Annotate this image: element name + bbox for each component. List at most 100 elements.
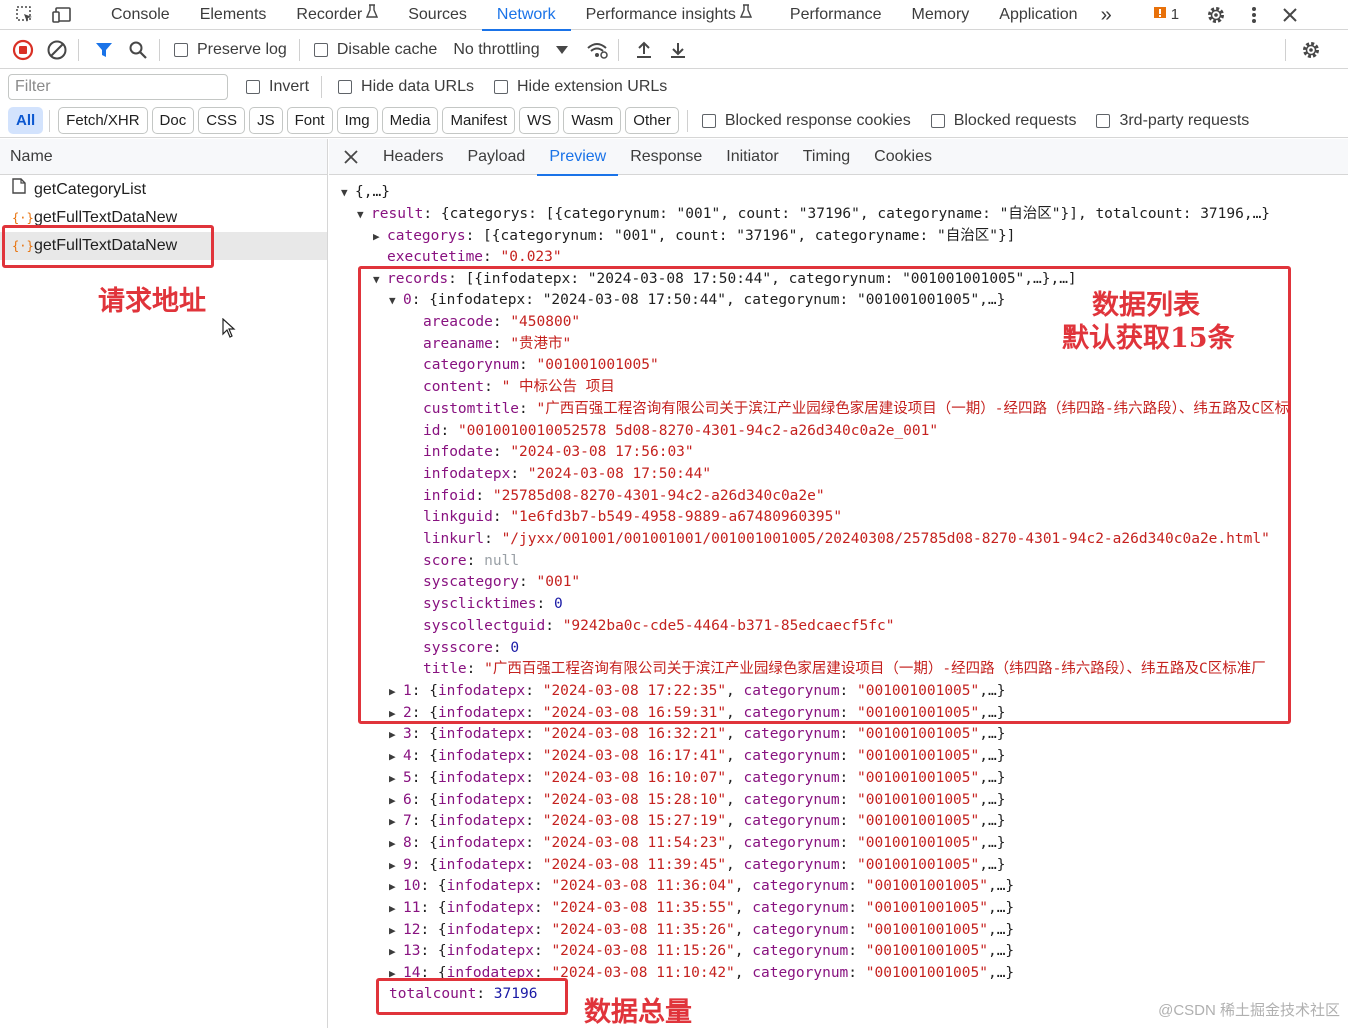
tree-node-record[interactable]: ▶ 9: {infodatepx: "2024-03-08 11:39:45", … (389, 855, 1005, 876)
invert-checkbox[interactable]: Invert (246, 78, 309, 96)
third-party-requests-checkbox[interactable]: 3rd-party requests (1096, 112, 1249, 130)
record-date: "2024-03-08 11:54:23" (542, 834, 727, 851)
tab-response[interactable]: Response (618, 139, 714, 175)
hide-data-urls-checkbox[interactable]: Hide data URLs (338, 78, 474, 96)
record-date: "2024-03-08 11:10:42" (551, 965, 735, 982)
request-row[interactable]: getCategoryList (0, 176, 327, 204)
tree-node-record[interactable]: ▶ 5: {infodatepx: "2024-03-08 16:10:07", … (389, 768, 1005, 789)
type-ws-button[interactable]: WS (519, 107, 560, 134)
type-wasm-button[interactable]: Wasm (563, 107, 622, 134)
tab-cookies[interactable]: Cookies (862, 139, 944, 175)
type-manifest-button[interactable]: Manifest (442, 107, 516, 134)
tree-root[interactable]: ▼ {,…} (341, 182, 390, 203)
checkbox-box (701, 113, 716, 128)
type-all-button[interactable]: All (8, 107, 44, 134)
filter-funnel-icon[interactable] (89, 35, 119, 65)
tab-headers[interactable]: Headers (371, 139, 455, 175)
hide-extension-urls-checkbox[interactable]: Hide extension URLs (493, 78, 667, 96)
type-css-button[interactable]: CSS (198, 107, 246, 134)
invert-label: Invert (269, 78, 310, 95)
tree-node-record[interactable]: ▶ 4: {infodatepx: "2024-03-08 16:17:41", … (389, 746, 1005, 767)
index-label: 4 (403, 748, 412, 765)
tab-application[interactable]: Application (984, 0, 1092, 30)
settings-gear-icon[interactable] (1203, 2, 1229, 28)
export-har-download-icon[interactable] (663, 35, 693, 65)
categorys-summary: [{categorynum: "001", count: "37196", ca… (483, 228, 1016, 244)
expand-triangle-icon: ▶ (389, 858, 396, 872)
network-toolbar: Preserve log Disable cache No throttling (0, 31, 1348, 69)
filter-row: Filter Invert Hide data URLs Hide extens… (0, 70, 1348, 104)
type-img-button[interactable]: Img (336, 107, 378, 134)
tree-node-categorys[interactable]: ▶ categorys: [{categorynum: "001", count:… (373, 226, 1015, 247)
index-label: 3 (403, 726, 412, 743)
annotation-request-url: 请求地址 (98, 286, 206, 317)
blocked-requests-label: Blocked requests (953, 111, 1077, 129)
type-media-button[interactable]: Media (381, 107, 439, 134)
tab-sources[interactable]: Sources (393, 0, 482, 30)
type-fetch-xhr-button[interactable]: Fetch/XHR (58, 107, 148, 134)
network-conditions-wifi-icon[interactable] (582, 35, 612, 65)
tree-node-record[interactable]: ▶ 8: {infodatepx: "2024-03-08 11:54:23", … (389, 833, 1005, 854)
search-icon[interactable] (123, 35, 153, 65)
close-devtools-icon[interactable] (1277, 2, 1303, 28)
record-date: "2024-03-08 11:35:55" (551, 900, 735, 916)
disable-cache-checkbox[interactable]: Disable cache (313, 41, 437, 59)
filter-input[interactable]: Filter (8, 74, 228, 100)
key-label: categorys (387, 228, 466, 244)
type-doc-button[interactable]: Doc (151, 107, 195, 134)
tab-timing[interactable]: Timing (791, 139, 862, 175)
record-categorynum: "001001001005" (857, 726, 980, 743)
tree-node-record[interactable]: ▶ 11: {infodatepx: "2024-03-08 11:35:55",… (389, 898, 1014, 919)
device-toolbar-icon[interactable] (50, 2, 76, 28)
record-categorynum: "001001001005" (865, 921, 988, 938)
tree-node-record[interactable]: ▶ 10: {infodatepx: "2024-03-08 11:36:04",… (389, 876, 1014, 897)
index-label: 8 (403, 834, 412, 851)
blocked-requests-checkbox[interactable]: Blocked requests (930, 111, 1077, 130)
tree-node-record[interactable]: ▶ 7: {infodatepx: "2024-03-08 15:27:19", … (389, 811, 1005, 832)
tab-performance-insights[interactable]: Performance insights (571, 0, 767, 30)
kebab-menu-icon[interactable] (1241, 2, 1267, 28)
tab-elements[interactable]: Elements (185, 0, 282, 30)
tab-preview[interactable]: Preview (537, 139, 619, 176)
tab-memory[interactable]: Memory (897, 0, 985, 30)
type-other-button[interactable]: Other (625, 107, 679, 134)
tab-recorder[interactable]: Recorder (281, 0, 393, 30)
index-label: 11 (403, 900, 421, 916)
tab-performance[interactable]: Performance (775, 0, 897, 30)
tree-node-record[interactable]: ▶ 3: {infodatepx: "2024-03-08 16:32:21", … (389, 724, 1005, 745)
type-font-button[interactable]: Font (286, 107, 333, 134)
tree-node-record[interactable]: ▶ 13: {infodatepx: "2024-03-08 11:15:26",… (389, 941, 1014, 962)
highlight-box-totalcount (376, 978, 568, 1015)
stop-recording-icon[interactable] (8, 35, 38, 65)
record-date: "2024-03-08 11:15:26" (551, 943, 735, 960)
close-detail-icon[interactable] (331, 139, 371, 175)
import-har-upload-icon[interactable] (629, 35, 659, 65)
tab-console[interactable]: Console (96, 0, 185, 30)
throttling-select[interactable]: No throttling (453, 41, 568, 59)
inspect-element-icon[interactable] (12, 2, 38, 28)
record-date: "2024-03-08 16:32:21" (542, 726, 727, 743)
name-column-header[interactable]: Name (0, 139, 327, 175)
expand-triangle-icon: ▶ (389, 728, 396, 742)
tree-leaf-executetime: executetime: "0.023" (387, 249, 562, 265)
issues-badge[interactable]: 1 (1153, 6, 1179, 24)
tree-node-record[interactable]: ▶ 12: {infodatepx: "2024-03-08 11:35:26",… (389, 920, 1014, 941)
tab-initiator[interactable]: Initiator (714, 139, 790, 175)
expand-triangle-icon: ▶ (389, 815, 396, 829)
tab-network[interactable]: Network (481, 0, 571, 31)
flask-icon (366, 0, 379, 30)
record-categorynum: "001001001005" (865, 900, 988, 916)
expand-triangle-icon: ▶ (389, 771, 396, 785)
network-settings-gear-icon[interactable] (1296, 35, 1326, 65)
record-categorynum: "001001001005" (857, 813, 980, 830)
clear-icon[interactable] (42, 35, 72, 65)
more-tabs-chevron-icon[interactable]: » (1093, 0, 1120, 30)
tab-payload[interactable]: Payload (455, 139, 537, 175)
document-icon (12, 176, 34, 204)
blocked-response-cookies-checkbox[interactable]: Blocked response cookies (701, 112, 911, 130)
type-js-button[interactable]: JS (249, 107, 283, 134)
tree-node-result[interactable]: ▼ result: {categorys: [{categorynum: "001… (357, 204, 1270, 225)
tree-node-record[interactable]: ▶ 6: {infodatepx: "2024-03-08 15:28:10", … (389, 790, 1005, 811)
preserve-log-checkbox[interactable]: Preserve log (174, 41, 287, 59)
index-label: 6 (403, 791, 412, 808)
